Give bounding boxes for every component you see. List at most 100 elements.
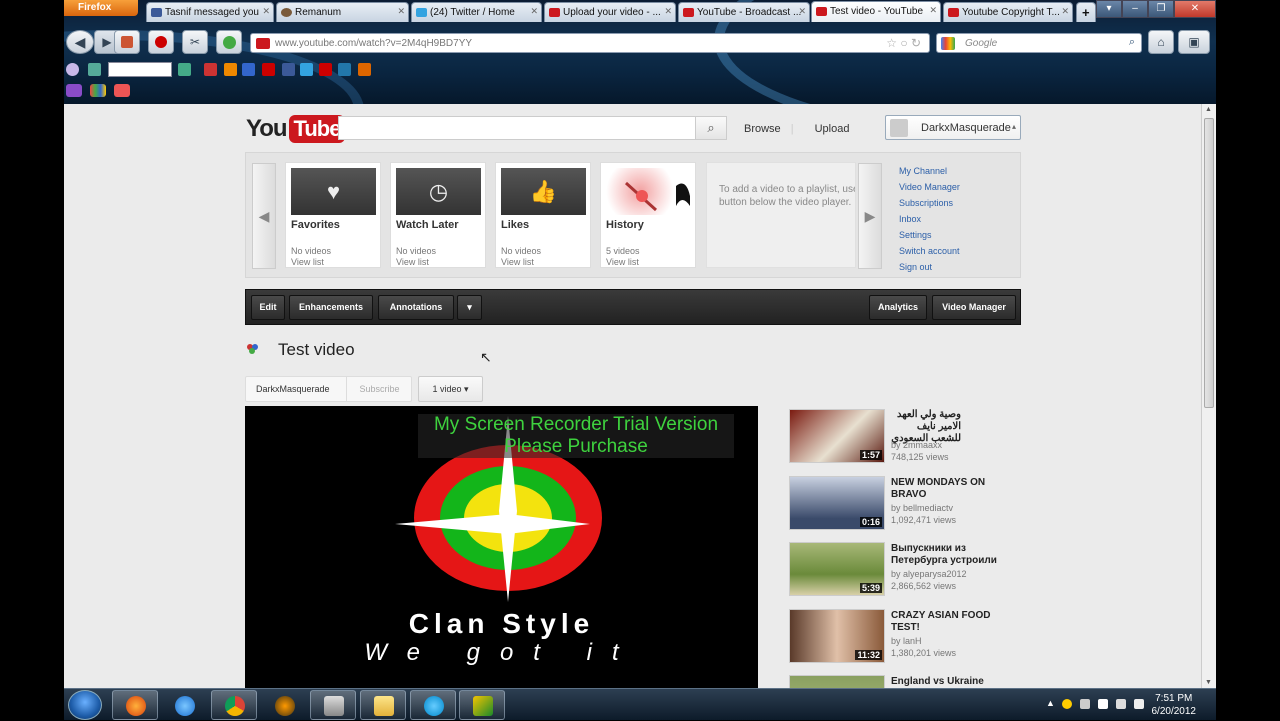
settings-link[interactable]: Settings: [899, 227, 960, 243]
tray-app-icon[interactable]: [1062, 699, 1072, 709]
account-menu-button[interactable]: DarkxMasquerade ▴: [885, 115, 1021, 140]
subscribe-button[interactable]: Subscribe: [346, 377, 412, 401]
scroll-up-icon[interactable]: ▲: [1205, 106, 1212, 113]
playlist-card-likes[interactable]: 👍 Likes No videos View list: [495, 162, 591, 268]
tab-upload[interactable]: Upload your video - ... ✕: [544, 2, 676, 22]
search-input[interactable]: [338, 116, 696, 140]
close-icon[interactable]: ✕: [1061, 6, 1069, 17]
close-icon[interactable]: ✕: [798, 6, 806, 17]
scrollbar-thumb[interactable]: [1204, 118, 1214, 408]
rss-icon[interactable]: [224, 63, 237, 76]
channel-name-link[interactable]: DarkxMasquerade: [256, 384, 330, 394]
related-video-item[interactable]: 1:57 وصية ولي العهد الامير نايف للشعب ال…: [789, 409, 989, 465]
tab-remanum[interactable]: Remanum ✕: [276, 2, 409, 22]
youtube-logo[interactable]: You Tube: [246, 115, 346, 143]
cnn-icon[interactable]: [262, 63, 275, 76]
home-icon[interactable]: ⌂: [1148, 30, 1174, 54]
toolbar-search-field[interactable]: [108, 62, 172, 77]
related-video-item[interactable]: England vs Ukraine: [789, 675, 989, 688]
firefox-menu-button[interactable]: Firefox: [64, 0, 138, 16]
digg-icon[interactable]: [242, 63, 255, 76]
network-icon[interactable]: [1116, 699, 1126, 709]
addon-icon[interactable]: [358, 63, 371, 76]
web-search-box[interactable]: Google ⌕: [936, 33, 1142, 53]
tab-twitter[interactable]: (24) Twitter / Home ✕: [411, 2, 542, 22]
google-plus-icon[interactable]: [178, 63, 191, 76]
playlist-card-watch-later[interactable]: ◷ Watch Later No videos View list: [390, 162, 486, 268]
guide-next-button[interactable]: ▶: [858, 163, 882, 269]
menu-icon[interactable]: ▣: [1178, 30, 1210, 54]
action-center-icon[interactable]: [1098, 699, 1108, 709]
annotations-button[interactable]: Annotations: [378, 295, 454, 320]
browse-link[interactable]: Browse: [744, 123, 781, 135]
view-list-link[interactable]: View list: [606, 257, 639, 267]
playlist-card-history[interactable]: History 5 videos View list: [600, 162, 696, 268]
close-icon[interactable]: ✕: [397, 6, 405, 17]
volume-icon[interactable]: [1134, 699, 1144, 709]
start-button[interactable]: [68, 690, 102, 720]
view-list-link[interactable]: View list: [501, 257, 534, 267]
maximize-button[interactable]: ❐: [1148, 0, 1174, 18]
close-icon[interactable]: ✕: [262, 6, 270, 17]
taskbar-chrome[interactable]: [211, 690, 257, 720]
record-icon[interactable]: [148, 30, 174, 54]
close-icon[interactable]: ✕: [929, 5, 937, 16]
related-video-item[interactable]: 11:32 CRAZY ASIAN FOOD TEST! by lanH 1,3…: [789, 609, 990, 665]
addon-icon[interactable]: [114, 30, 140, 54]
delicious-icon[interactable]: [204, 63, 217, 76]
tab-test-video[interactable]: Test video - YouTube ✕: [811, 1, 941, 22]
youtube-icon[interactable]: [319, 63, 332, 76]
taskbar-video-app[interactable]: [310, 690, 356, 720]
close-icon[interactable]: ✕: [664, 6, 672, 17]
twitter-icon[interactable]: [300, 63, 313, 76]
bird-icon[interactable]: [338, 63, 351, 76]
bookmark-star-icon[interactable]: ☆ ○ ↻: [886, 36, 921, 50]
my-channel-link[interactable]: My Channel: [899, 163, 960, 179]
minimize-button[interactable]: –: [1122, 0, 1148, 18]
search-icon[interactable]: ⌕: [1129, 36, 1135, 49]
scissors-icon[interactable]: ✂: [182, 30, 208, 54]
guide-prev-button[interactable]: ◀: [252, 163, 276, 269]
tray-app-icon[interactable]: [1080, 699, 1090, 709]
view-list-link[interactable]: View list: [291, 257, 324, 267]
search-button[interactable]: ⌕: [695, 116, 727, 140]
taskbar-ie[interactable]: [161, 690, 207, 720]
view-list-link[interactable]: View list: [396, 257, 429, 267]
edit-button[interactable]: Edit: [251, 295, 285, 320]
more-actions-button[interactable]: ▾: [457, 295, 482, 320]
taskbar-skype[interactable]: [410, 690, 456, 720]
playlist-card-favorites[interactable]: ♥ Favorites No videos View list: [285, 162, 381, 268]
enhancements-button[interactable]: Enhancements: [289, 295, 373, 320]
refresh-addon-icon[interactable]: [216, 30, 242, 54]
addon-icon[interactable]: [66, 63, 79, 76]
facebook-icon[interactable]: [282, 63, 295, 76]
analytics-button[interactable]: Analytics: [869, 295, 927, 320]
video-manager-link[interactable]: Video Manager: [899, 179, 960, 195]
related-video-item[interactable]: 0:16 NEW MONDAYS ON BRAVO by bellmediact…: [789, 476, 989, 532]
page-scrollbar[interactable]: ▲ ▼: [1201, 104, 1216, 688]
tab-broadcast[interactable]: YouTube - Broadcast ... ✕: [678, 2, 810, 22]
switch-account-link[interactable]: Switch account: [899, 243, 960, 259]
close-icon[interactable]: ✕: [530, 6, 538, 17]
upload-link[interactable]: Upload: [815, 123, 850, 135]
taskbar-recorder[interactable]: [459, 690, 505, 720]
tab-facebook[interactable]: Tasnif messaged you ✕: [146, 2, 274, 22]
back-button[interactable]: ◀: [66, 30, 94, 54]
subscriptions-link[interactable]: Subscriptions: [899, 195, 960, 211]
windows-icon[interactable]: [90, 84, 106, 97]
list-all-tabs-button[interactable]: ▾: [1096, 0, 1122, 18]
related-video-item[interactable]: 5:39 Выпускники из Петербурга устроили b…: [789, 542, 997, 598]
taskbar-firefox[interactable]: [112, 690, 158, 720]
share-icon[interactable]: [88, 63, 101, 76]
tab-copyright[interactable]: Youtube Copyright T... ✕: [943, 2, 1073, 22]
yahoo-icon[interactable]: [66, 84, 82, 97]
inbox-link[interactable]: Inbox: [899, 211, 960, 227]
close-window-button[interactable]: ✕: [1174, 0, 1216, 18]
scroll-down-icon[interactable]: ▼: [1205, 679, 1212, 686]
show-hidden-icons[interactable]: ▲: [1046, 698, 1055, 708]
taskbar-explorer[interactable]: [360, 690, 406, 720]
sign-out-link[interactable]: Sign out: [899, 259, 960, 275]
video-manager-button[interactable]: Video Manager: [932, 295, 1016, 320]
mail-icon[interactable]: [114, 84, 130, 97]
url-bar[interactable]: www.youtube.com/watch?v=2M4qH9BD7YY ☆ ○ …: [250, 33, 930, 53]
